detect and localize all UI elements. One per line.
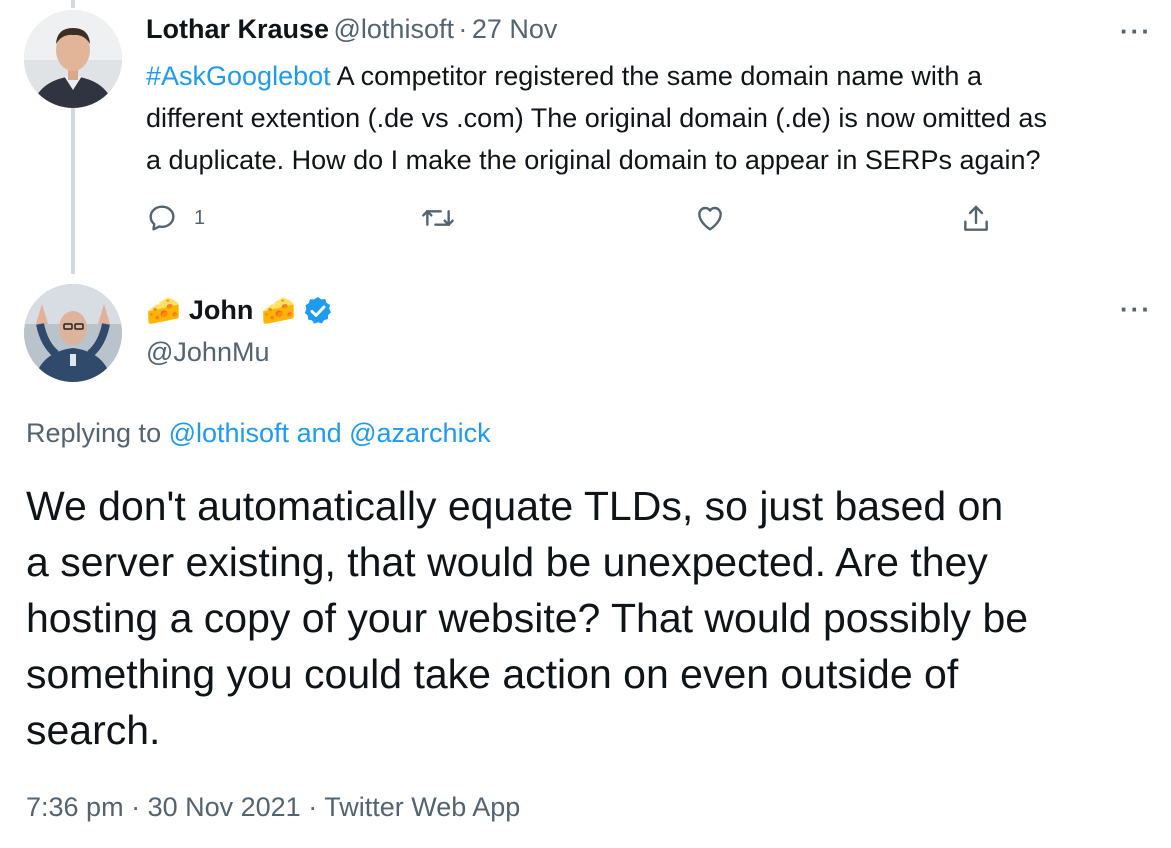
tweet-text-line: We don't automatically equate TLDs, so j… — [26, 483, 1004, 529]
share-button[interactable] — [960, 202, 992, 241]
cheese-emoji: 🧀 — [146, 295, 181, 326]
header-separator: · — [458, 14, 468, 44]
meta-separator: · — [123, 792, 148, 822]
tweet-text-line: different extention (.de vs .com) The or… — [146, 103, 1047, 133]
share-icon — [964, 205, 988, 231]
parent-tweet-text: #AskGooglebot A competitor registered th… — [146, 55, 1156, 181]
avatar-lothar-krause[interactable] — [24, 10, 122, 108]
reply-button[interactable]: 1 — [146, 202, 205, 234]
reply-mention-link[interactable]: @azarchick — [349, 418, 490, 448]
author-handle[interactable]: @lothisoft — [334, 14, 454, 44]
main-tweet-text: We don't automatically equate TLDs, so j… — [26, 478, 1166, 758]
author-name[interactable]: John — [189, 295, 254, 326]
tweet-text-line: hosting a copy of your website? That wou… — [26, 595, 1029, 641]
like-icon — [698, 206, 722, 231]
replying-prefix: Replying to — [26, 418, 169, 448]
tweet-metadata: 7:36 pm · 30 Nov 2021 · Twitter Web App — [26, 792, 520, 823]
more-options-button[interactable]: ··· — [1120, 16, 1152, 47]
author-name[interactable]: Lothar Krause — [146, 14, 329, 44]
parent-tweet-header: Lothar Krause @lothisoft · 27 Nov — [146, 14, 557, 45]
reply-count: 1 — [194, 206, 206, 229]
author-handle[interactable]: @JohnMu — [146, 337, 269, 368]
thread-connector-line — [71, 108, 75, 274]
replying-to: Replying to @lothisoft and @azarchick — [26, 418, 491, 449]
thread-connector-top — [71, 0, 75, 8]
retweet-button[interactable] — [420, 202, 456, 239]
tweet-date[interactable]: 27 Nov — [472, 14, 558, 44]
like-button[interactable] — [694, 202, 726, 239]
tweet-text-line: A competitor registered the same domain … — [330, 61, 982, 91]
tweet-source: Twitter Web App — [324, 792, 521, 822]
reply-mention-link[interactable]: @lothisoft — [169, 418, 289, 448]
reply-joiner[interactable]: and — [289, 418, 349, 448]
tweet-text-line: a duplicate. How do I make the original … — [146, 145, 1041, 175]
tweet-text-line: search. — [26, 707, 161, 753]
more-options-button[interactable]: ··· — [1120, 294, 1152, 325]
more-icon: ··· — [1120, 16, 1152, 46]
tweet-time[interactable]: 7:36 pm — [26, 792, 124, 822]
reply-icon — [149, 205, 175, 231]
tweet-date[interactable]: 30 Nov 2021 — [148, 792, 301, 822]
retweet-icon — [422, 210, 454, 226]
more-icon: ··· — [1120, 294, 1152, 324]
tweet-text-line: a server existing, that would be unexpec… — [26, 539, 988, 585]
meta-separator: · — [300, 792, 325, 822]
hashtag-link[interactable]: #AskGooglebot — [146, 61, 331, 91]
cheese-emoji: 🧀 — [261, 295, 297, 326]
main-tweet-name-row[interactable]: 🧀 John 🧀 — [146, 294, 334, 327]
verified-badge-icon — [305, 296, 332, 324]
tweet-text-line: something you could take action on even … — [26, 651, 959, 697]
avatar-john[interactable] — [24, 284, 122, 382]
